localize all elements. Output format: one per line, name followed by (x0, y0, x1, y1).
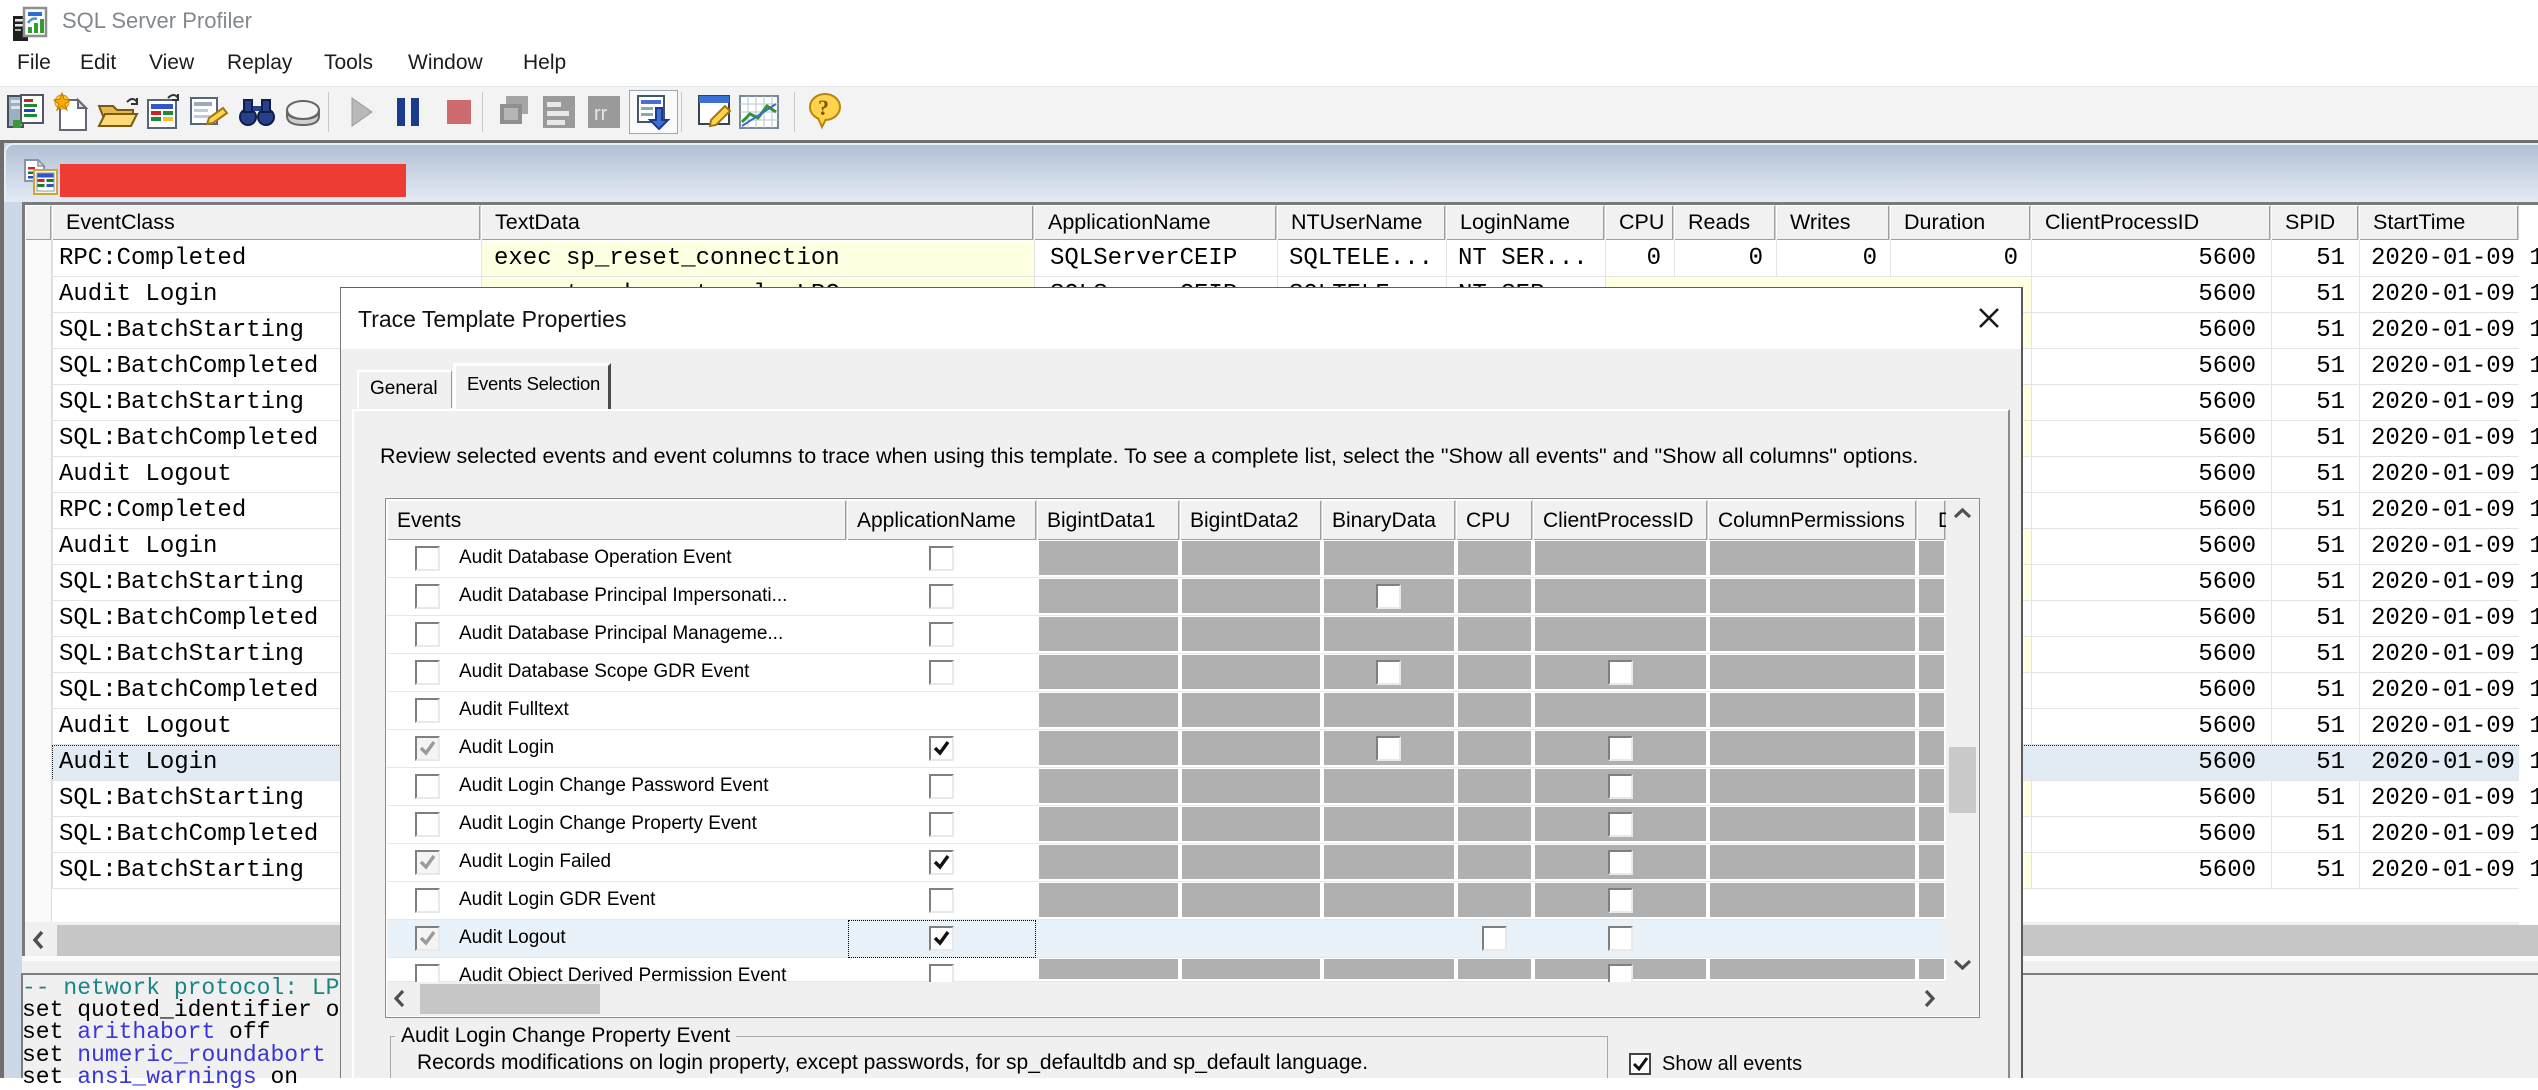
svg-text:rr: rr (594, 103, 608, 125)
svg-text:?: ? (818, 95, 829, 120)
